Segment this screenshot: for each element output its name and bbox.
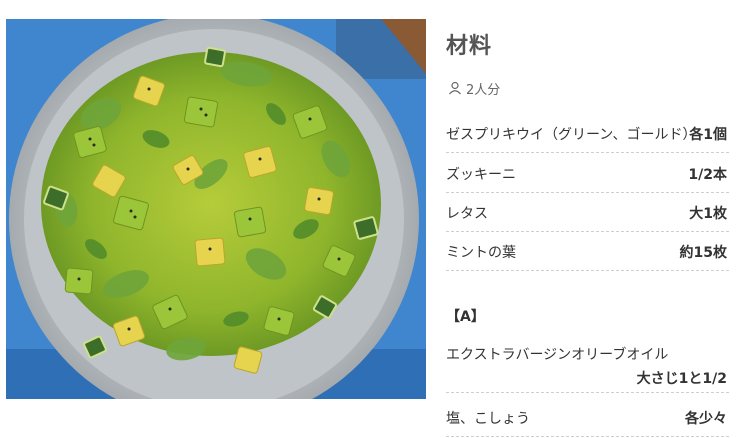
- ingredient-group-label: 【A】: [446, 309, 485, 325]
- ingredient-row: エクストラバージンオリーブオイル 大さじ1と1/2: [446, 334, 729, 393]
- ingredient-name: ゼスプリキウイ（グリーン、ゴールド）: [446, 127, 697, 143]
- ingredient-amount: 大1枚: [689, 206, 727, 222]
- ingredient-name: ズッキーニ: [446, 167, 516, 183]
- ingredient-row: 塩、こしょう 各少々: [446, 398, 729, 437]
- ingredient-amount: 各少々: [685, 411, 727, 427]
- person-icon: [449, 81, 461, 95]
- ingredients-panel: 材料 2人分 ゼスプリキウイ（グリーン、ゴールド） 各1個 ズッキーニ 1/2本…: [446, 0, 729, 438]
- ingredient-row: ゼスプリキウイ（グリーン、ゴールド） 各1個: [446, 114, 729, 153]
- ingredient-name: レタス: [446, 206, 488, 222]
- ingredient-row: レタス 大1枚: [446, 193, 729, 232]
- servings-text: 2人分: [466, 82, 501, 98]
- ingredient-name: ミントの葉: [446, 245, 516, 261]
- ingredients-title: 材料: [446, 34, 493, 59]
- ingredient-amount: 大さじ1と1/2: [636, 371, 727, 387]
- ingredient-amount: 各1個: [689, 127, 727, 143]
- ingredient-amount: 1/2本: [688, 167, 727, 183]
- ingredient-row: ミントの葉 約15枚: [446, 232, 729, 271]
- ingredient-name: 塩、こしょう: [446, 411, 530, 427]
- ingredient-amount: 約15枚: [679, 245, 727, 261]
- ingredient-name: エクストラバージンオリーブオイル: [446, 347, 669, 363]
- servings-info: 2人分: [448, 79, 501, 98]
- recipe-photo: [6, 19, 426, 399]
- recipe-page: 材料 2人分 ゼスプリキウイ（グリーン、ゴールド） 各1個 ズッキーニ 1/2本…: [0, 0, 750, 438]
- ingredient-row: ズッキーニ 1/2本: [446, 154, 729, 193]
